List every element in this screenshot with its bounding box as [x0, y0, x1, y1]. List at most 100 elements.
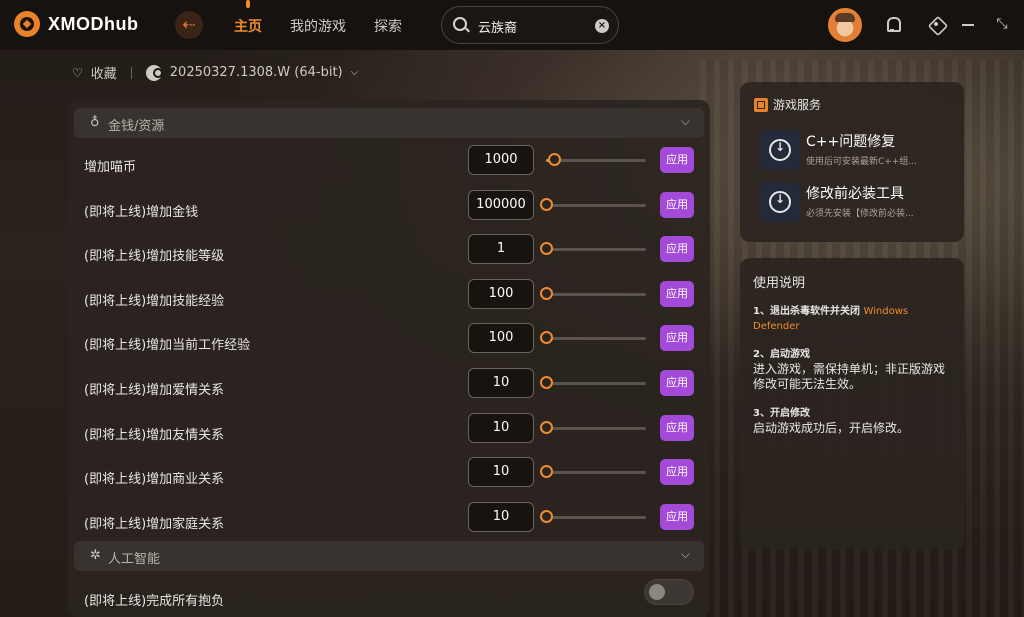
slider-thumb[interactable] — [540, 242, 553, 256]
value-slider[interactable] — [546, 248, 646, 252]
nav-my-games[interactable]: 我的游戏 — [290, 16, 346, 36]
version-selector[interactable]: 20250327.1308.W (64-bit) — [170, 65, 343, 80]
clear-search-icon[interactable]: × — [595, 19, 609, 33]
value-slider[interactable] — [546, 337, 646, 341]
value-input[interactable]: 1 — [468, 234, 534, 265]
package-icon — [754, 97, 768, 112]
user-avatar[interactable] — [828, 8, 862, 42]
option-row: (即将上线)增加商业关系 10 应用 — [68, 455, 710, 499]
nav-explore[interactable]: 探索 — [374, 16, 402, 36]
section-header-money[interactable]: ♁ 金钱/资源 ⌵ — [74, 108, 704, 138]
app-logo[interactable]: XMODhub — [14, 11, 139, 37]
apply-button[interactable]: 应用 — [660, 147, 694, 173]
back-button[interactable]: ⇠ — [175, 11, 203, 39]
chevron-down-icon[interactable]: ⌵ — [681, 547, 690, 562]
option-row: (即将上线)增加家庭关系 10 应用 — [68, 500, 710, 544]
option-row: (即将上线)增加技能等级 1 应用 — [68, 232, 710, 276]
steam-icon — [145, 64, 163, 81]
value-input[interactable]: 100000 — [468, 189, 534, 220]
option-row: (即将上线)增加爱情关系 10 应用 — [68, 366, 710, 410]
search-box: × — [441, 6, 619, 44]
search-input[interactable] — [478, 16, 588, 36]
value-input[interactable]: 100 — [468, 323, 534, 354]
value-slider[interactable] — [546, 159, 646, 162]
option-label: (即将上线)增加技能等级 — [84, 249, 225, 265]
slider-thumb[interactable] — [540, 420, 553, 434]
download-icon[interactable] — [760, 182, 800, 222]
usage-instructions-panel: 使用说明 1、退出杀毒软件并关闭 Windows Defender 2、启动游戏… — [740, 258, 964, 550]
apply-button[interactable]: 应用 — [660, 236, 694, 263]
maximize-icon[interactable]: ⤡ — [994, 16, 1010, 32]
apply-button[interactable]: 应用 — [660, 280, 694, 307]
services-header: 游戏服务 — [754, 96, 821, 113]
slider-thumb[interactable] — [548, 153, 561, 166]
section-header-ai[interactable]: ✲ 人工智能 ⌵ — [74, 541, 704, 571]
nav-home[interactable]: 主页 — [234, 16, 262, 36]
apply-button[interactable]: 应用 — [660, 503, 694, 530]
service-title: C++问题修复 — [806, 134, 896, 150]
value-slider[interactable] — [546, 292, 646, 296]
value-slider[interactable] — [546, 203, 646, 207]
option-label: (即将上线)增加商业关系 — [84, 472, 225, 488]
usage-title: 使用说明 — [753, 276, 806, 291]
value-input[interactable]: 10 — [468, 457, 534, 488]
value-input[interactable]: 10 — [468, 368, 534, 398]
main-nav: 主页 我的游戏 探索 — [234, 16, 402, 36]
slider-thumb[interactable] — [540, 286, 553, 300]
divider — [130, 66, 132, 79]
heart-icon[interactable]: ♡ — [72, 66, 83, 80]
step-heading: 3、开启修改 — [753, 408, 810, 419]
option-row: 增加喵币 1000 应用 — [68, 143, 710, 187]
xmod-logo-icon — [14, 11, 40, 37]
slider-thumb[interactable] — [540, 465, 553, 479]
option-row: (即将上线)增加当前工作经验 100 应用 — [68, 321, 710, 365]
service-item-cpp-fix[interactable]: C++问题修复 使用后可安装最新C++组... — [760, 130, 960, 170]
option-row: (即将上线)增加技能经验 100 应用 — [68, 277, 710, 321]
option-label: (即将上线)增加爱情关系 — [84, 383, 225, 398]
instruction-step: 3、开启修改 启动游戏成功后，开启修改。 — [753, 406, 953, 436]
search-icon — [453, 17, 467, 31]
instruction-step: 2、启动游戏 进入游戏，需保持单机；非正版游戏修改可能无法生效。 — [753, 347, 953, 392]
chevron-down-icon[interactable]: ⌵ — [681, 114, 690, 129]
apply-button[interactable]: 应用 — [660, 459, 694, 486]
service-item-required-tool[interactable]: 修改前必装工具 必须先安装【修改前必装... — [760, 182, 960, 222]
value-input[interactable]: 10 — [468, 501, 534, 532]
value-slider[interactable] — [546, 382, 646, 385]
option-label: (即将上线)增加当前工作经验 — [84, 338, 251, 354]
toggle-switch[interactable] — [644, 579, 694, 605]
download-icon[interactable] — [760, 130, 800, 170]
slider-thumb[interactable] — [540, 509, 553, 523]
slider-thumb[interactable] — [540, 376, 553, 389]
top-bar: XMODhub ⇠ 主页 我的游戏 探索 × ⤡ — [0, 0, 1024, 50]
value-slider[interactable] — [546, 515, 646, 519]
minimize-icon[interactable] — [960, 16, 976, 32]
service-subtitle: 使用后可安装最新C++组... — [806, 157, 917, 167]
game-subheader: ♡ 收藏 20250327.1308.W (64-bit) ⌵ — [72, 63, 358, 82]
option-label: (即将上线)完成所有抱负 — [84, 594, 225, 609]
option-label: 增加喵币 — [84, 160, 137, 175]
value-input[interactable]: 100 — [468, 278, 534, 309]
step-heading: 1、退出杀毒软件并关闭 — [753, 306, 860, 317]
value-slider[interactable] — [546, 471, 646, 475]
slider-thumb[interactable] — [540, 197, 553, 211]
apply-button[interactable]: 应用 — [660, 370, 694, 396]
section-title: 金钱/资源 — [108, 119, 165, 134]
step-body: 启动游戏成功后，开启修改。 — [753, 421, 910, 435]
value-input[interactable]: 10 — [468, 412, 534, 443]
favorite-label[interactable]: 收藏 — [91, 63, 117, 82]
option-label: (即将上线)增加金钱 — [84, 204, 199, 220]
notification-icon[interactable] — [884, 16, 901, 32]
settings-icon[interactable] — [928, 16, 944, 32]
chevron-down-icon[interactable]: ⌵ — [351, 67, 359, 78]
slider-thumb[interactable] — [540, 331, 553, 345]
apply-button[interactable]: 应用 — [660, 191, 694, 218]
option-row: (即将上线)增加友情关系 10 应用 — [68, 411, 710, 455]
services-title: 游戏服务 — [773, 98, 822, 112]
arrow-left-icon: ⇠ — [182, 15, 196, 34]
service-subtitle: 必须先安装【修改前必装... — [806, 209, 914, 219]
value-input[interactable]: 1000 — [468, 145, 534, 175]
apply-button[interactable]: 应用 — [660, 325, 694, 352]
value-slider[interactable] — [546, 426, 646, 430]
ai-icon: ✲ — [90, 548, 101, 563]
apply-button[interactable]: 应用 — [660, 414, 694, 441]
